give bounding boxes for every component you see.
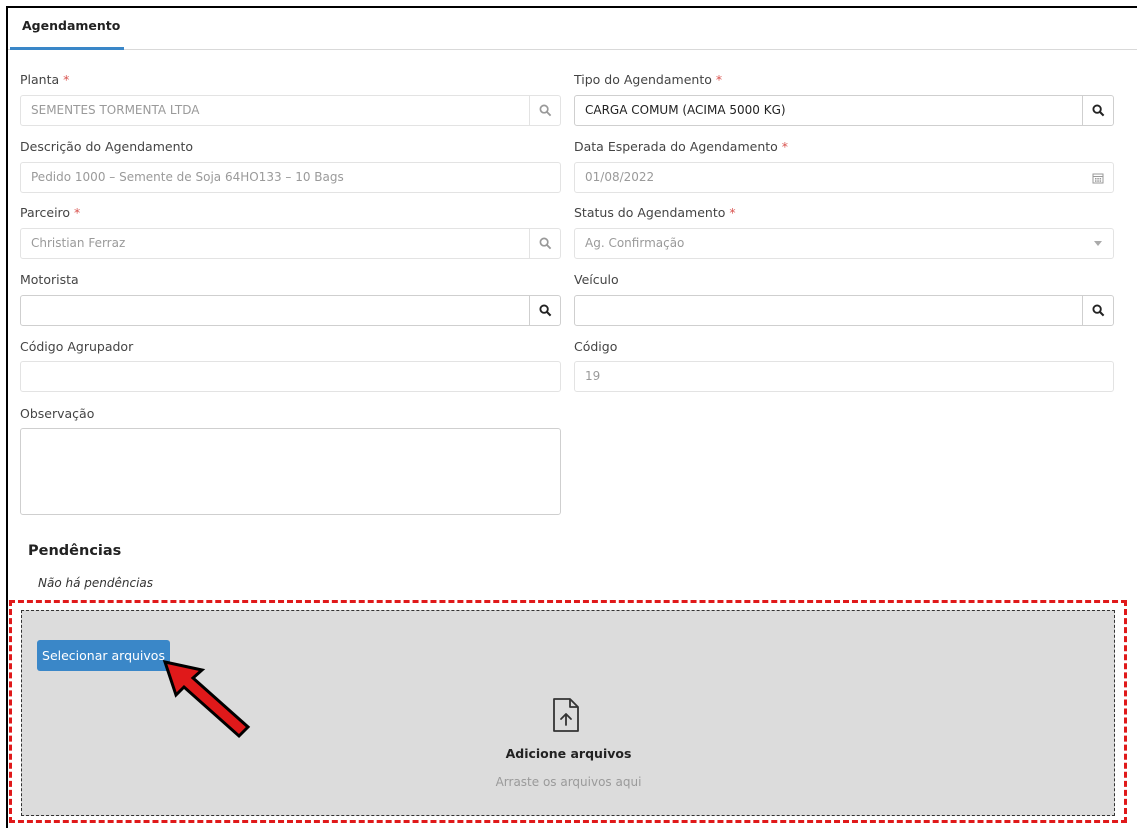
search-icon[interactable] bbox=[1082, 96, 1113, 125]
red-arrow-annotation bbox=[162, 659, 251, 739]
veiculo-field[interactable] bbox=[574, 295, 1114, 326]
status-value: Ag. Confirmação bbox=[585, 236, 685, 250]
search-icon[interactable] bbox=[529, 96, 560, 125]
search-icon[interactable] bbox=[529, 296, 560, 325]
agrupador-label: Código Agrupador bbox=[20, 339, 134, 354]
select-files-button[interactable]: Selecionar arquivos bbox=[37, 640, 170, 671]
planta-label: Planta * bbox=[20, 72, 70, 87]
parceiro-label: Parceiro * bbox=[20, 205, 81, 220]
pendencias-title: Pendências bbox=[28, 543, 122, 559]
status-select[interactable]: Ag. Confirmação bbox=[574, 228, 1114, 259]
observacao-textarea[interactable] bbox=[20, 428, 561, 515]
descricao-field[interactable]: Pedido 1000 – Semente de Soja 64HO133 – … bbox=[20, 162, 561, 193]
descricao-label: Descrição do Agendamento bbox=[20, 139, 194, 154]
data-field[interactable]: 01/08/2022 bbox=[574, 162, 1114, 193]
motorista-field[interactable] bbox=[20, 295, 561, 326]
planta-value: SEMENTES TORMENTA LTDA bbox=[31, 103, 200, 117]
calendar-icon[interactable] bbox=[1082, 163, 1113, 192]
file-upload-icon bbox=[553, 698, 579, 732]
codigo-value: 19 bbox=[585, 369, 601, 383]
search-icon[interactable] bbox=[1082, 296, 1113, 325]
data-label: Data Esperada do Agendamento * bbox=[574, 139, 789, 154]
descricao-value: Pedido 1000 – Semente de Soja 64HO133 – … bbox=[31, 170, 344, 184]
tipo-field[interactable]: CARGA COMUM (ACIMA 5000 KG) bbox=[574, 95, 1114, 126]
tab-agendamento[interactable]: Agendamento bbox=[10, 8, 124, 50]
motorista-label: Motorista bbox=[20, 272, 79, 287]
codigo-label: Código bbox=[574, 339, 618, 354]
tab-bar: Agendamento bbox=[8, 8, 1137, 50]
observacao-label: Observação bbox=[20, 406, 95, 421]
planta-field[interactable]: SEMENTES TORMENTA LTDA bbox=[20, 95, 561, 126]
parceiro-field[interactable]: Christian Ferraz bbox=[20, 228, 561, 259]
tipo-label: Tipo do Agendamento * bbox=[574, 72, 723, 87]
caret-down-icon[interactable] bbox=[1082, 229, 1113, 258]
pendencias-empty-text: Não há pendências bbox=[38, 576, 154, 590]
tipo-value: CARGA COMUM (ACIMA 5000 KG) bbox=[585, 103, 786, 117]
parceiro-value: Christian Ferraz bbox=[31, 236, 126, 250]
agrupador-field[interactable] bbox=[20, 361, 561, 392]
veiculo-label: Veículo bbox=[574, 272, 619, 287]
search-icon[interactable] bbox=[529, 229, 560, 258]
status-label: Status do Agendamento * bbox=[574, 205, 736, 220]
codigo-field: 19 bbox=[574, 361, 1114, 392]
data-value: 01/08/2022 bbox=[585, 170, 655, 184]
dropzone-subtitle: Arraste os arquivos aqui bbox=[495, 775, 642, 789]
dropzone-title: Adicione arquivos bbox=[505, 746, 632, 761]
